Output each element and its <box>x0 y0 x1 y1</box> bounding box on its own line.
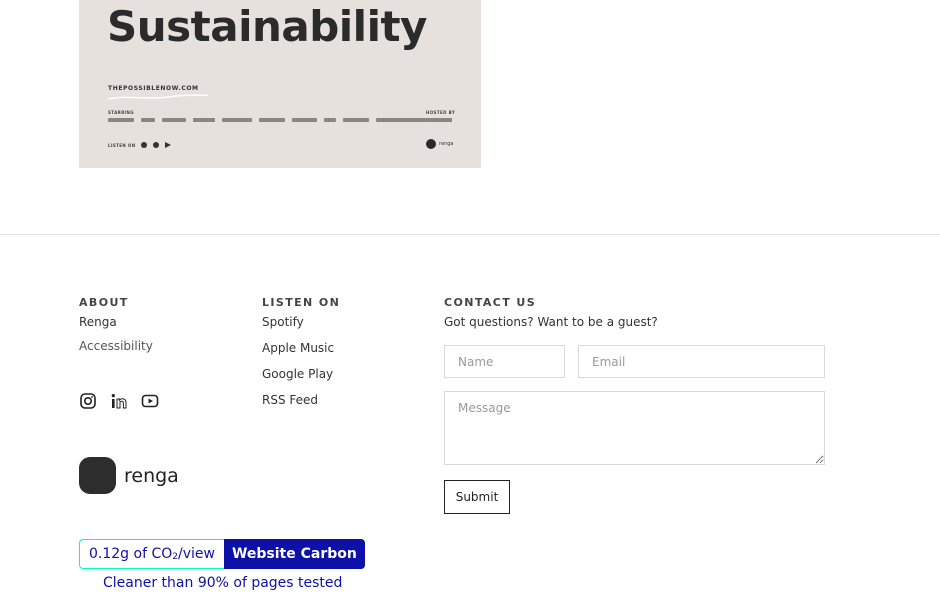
listen-link-spotify[interactable]: Spotify <box>262 315 304 329</box>
name-input[interactable] <box>444 345 565 378</box>
footer-divider <box>0 234 940 235</box>
poster-hosted-label: HOSTED BY <box>426 110 456 115</box>
carbon-value-suffix: /view <box>177 546 215 562</box>
poster-squiggle <box>108 94 208 100</box>
renga-logo-icon <box>426 139 436 149</box>
poster-host-name <box>426 118 452 122</box>
listen-link-apple-music[interactable]: Apple Music <box>262 341 334 355</box>
carbon-value: 0.12g of CO2/view <box>79 539 224 569</box>
spotify-icon <box>153 142 160 148</box>
carbon-brand: Website Carbon <box>223 539 365 569</box>
poster-brand-text: renga <box>439 141 454 147</box>
carbon-note: Cleaner than 90% of pages tested <box>103 575 343 591</box>
renga-logo[interactable]: renga <box>79 457 179 494</box>
poster-cast-names <box>108 118 458 124</box>
linkedin-icon[interactable] <box>110 392 128 410</box>
about-link-renga[interactable]: Renga <box>79 315 117 329</box>
poster-listen-on: LISTEN ON <box>108 142 172 148</box>
carbon-value-prefix: 0.12g of CO <box>89 546 173 562</box>
renga-logo-text: renga <box>124 464 179 487</box>
renga-logo-mark <box>79 457 116 494</box>
listen-on-heading: LISTEN ON <box>262 296 341 309</box>
about-link-accessibility[interactable]: Accessibility <box>79 339 153 353</box>
contact-heading: CONTACT US <box>444 296 537 309</box>
poster-title: Sustainability <box>107 2 427 51</box>
instagram-icon[interactable] <box>79 392 97 410</box>
website-carbon-badge[interactable]: 0.12g of CO2/view Website Carbon <box>79 539 365 569</box>
youtube-icon[interactable] <box>141 392 159 410</box>
poster-url: THEPOSSIBLENOW.COM <box>108 85 199 92</box>
submit-button[interactable]: Submit <box>444 480 510 514</box>
poster-starring-label: STARRING <box>108 110 134 115</box>
message-textarea[interactable] <box>444 391 825 465</box>
listen-link-google-play[interactable]: Google Play <box>262 367 333 381</box>
listen-link-rss-feed[interactable]: RSS Feed <box>262 393 318 407</box>
apple-icon <box>141 142 148 148</box>
podcast-poster-image: Sustainability THEPOSSIBLENOW.COM STARRI… <box>79 0 481 168</box>
contact-subtitle: Got questions? Want to be a guest? <box>444 315 658 329</box>
about-heading: ABOUT <box>79 296 129 309</box>
play-icon <box>165 142 172 148</box>
poster-brand: renga <box>426 139 453 149</box>
email-input[interactable] <box>578 345 825 378</box>
poster-listen-label: LISTEN ON <box>108 142 136 148</box>
